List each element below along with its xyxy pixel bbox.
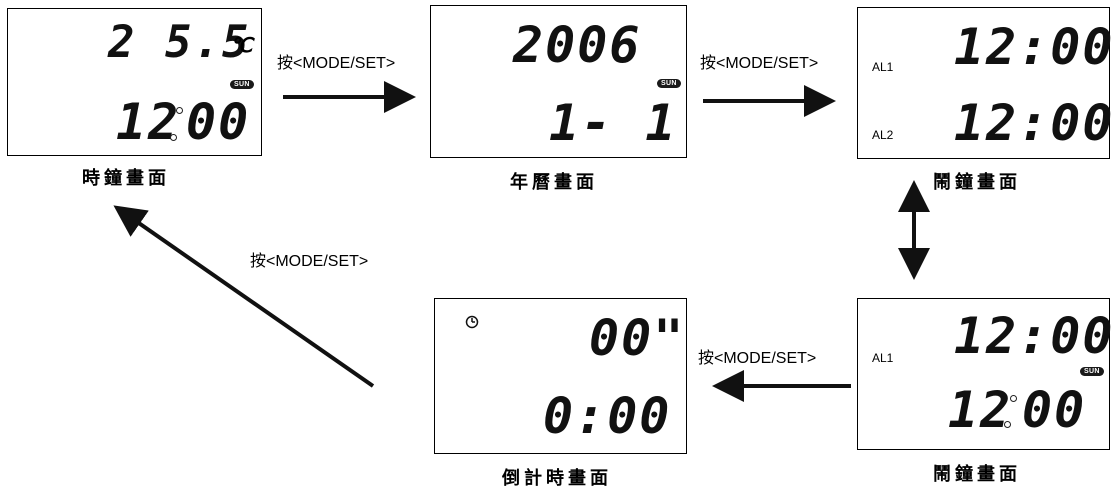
alarm-screen-top: AL1 12:00 AL2 12:00 [857, 7, 1112, 159]
timer-icon [465, 315, 479, 329]
day-badge: SUN [657, 79, 681, 88]
alarm2-time: 12:00 [954, 94, 1112, 152]
alarm-screen-top-caption: 鬧鐘畫面 [933, 172, 1021, 193]
colon-dot-bottom [170, 134, 177, 141]
countdown-seconds: 00" [589, 309, 686, 367]
day-badge: SUN [230, 80, 254, 89]
mode-set-label-1: 按<MODE/SET> [277, 55, 396, 72]
alarm1-label: AL1 [872, 351, 894, 365]
alarm-screen-bottom: AL1 12:00 SUN 12 00 [857, 298, 1112, 450]
calendar-year: 2006 [513, 16, 642, 74]
temperature-unit: ℃ [230, 33, 253, 57]
day-badge: SUN [1080, 367, 1104, 376]
clock-minute: 00 [186, 93, 251, 151]
alarm2-label: AL2 [872, 128, 894, 142]
arrow-countdown-to-clock [113, 205, 375, 388]
alarm-screen-bottom-caption: 鬧鐘畫面 [933, 464, 1021, 485]
alarm1-label: AL1 [872, 60, 894, 74]
calendar-screen: 2006 SUN 1- 1 [430, 5, 687, 158]
colon-dot-bottom [1004, 421, 1011, 428]
clock-screen-caption: 時鐘畫面 [82, 168, 170, 189]
calendar-screen-caption: 年曆畫面 [510, 172, 598, 193]
mode-set-label-2: 按<MODE/SET> [700, 55, 819, 72]
clock-minute: 00 [1022, 381, 1087, 439]
alarm1-time: 12:00 [954, 307, 1112, 365]
alarm1-time: 12:00 [954, 18, 1112, 76]
countdown-screen-caption: 倒計時畫面 [502, 468, 612, 489]
colon-dot-top [1010, 395, 1017, 402]
countdown-time: 0:00 [543, 387, 672, 445]
mode-set-label-4: 按<MODE/SET> [250, 253, 369, 270]
clock-screen: 2 5.5 ℃ SUN 12 00 [7, 8, 262, 156]
colon-dot-top [176, 107, 183, 114]
countdown-screen: 00" 0:00 [434, 298, 687, 454]
calendar-month-day: 1- 1 [549, 94, 678, 152]
mode-set-label-3: 按<MODE/SET> [698, 350, 817, 367]
clock-hour: 12 [948, 381, 1013, 439]
